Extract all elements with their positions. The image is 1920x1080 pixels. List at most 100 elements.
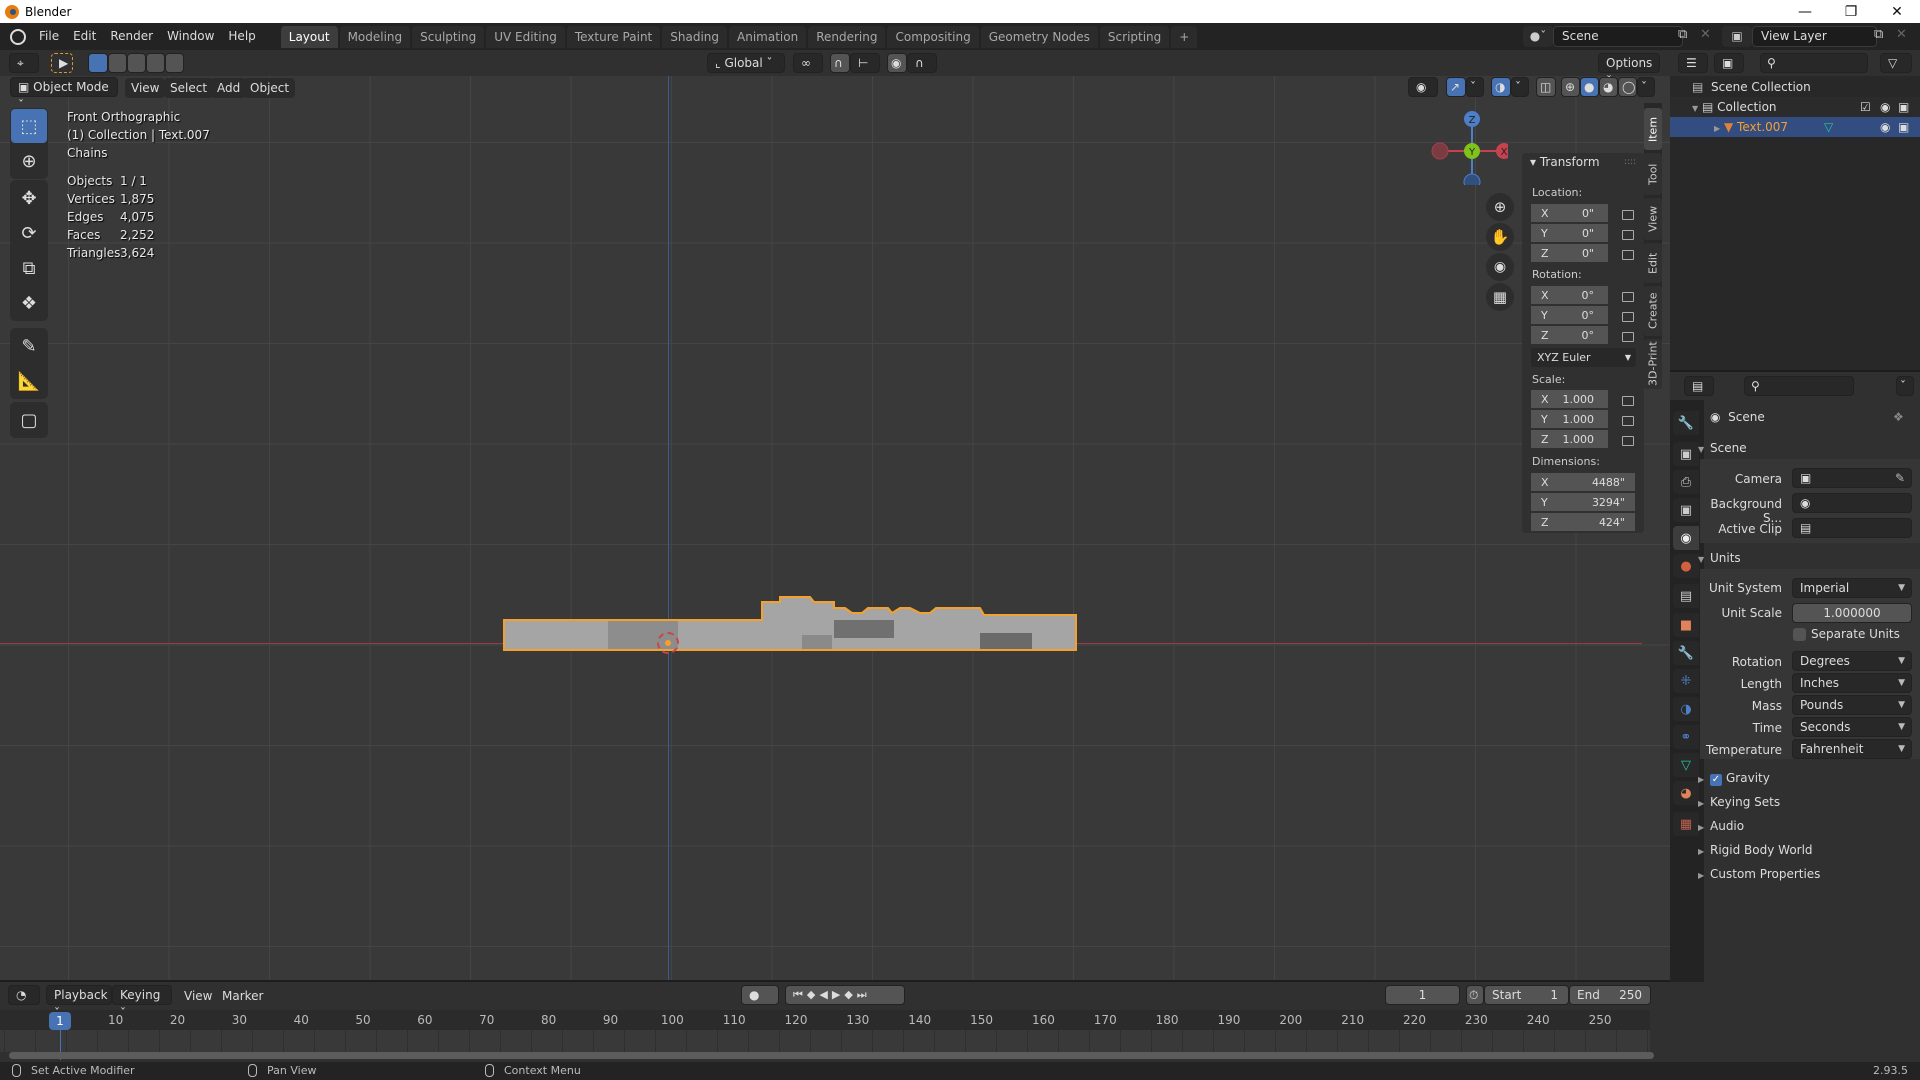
prev-keyframe-icon[interactable]: ◆ [807,988,819,1001]
background-scene-field[interactable]: ◉ [1792,493,1912,513]
wireframe-shading-icon[interactable]: ⊕ [1561,77,1580,97]
rotate-tool-icon[interactable]: ⟳ [11,216,47,250]
menu-object[interactable]: Object [244,78,296,98]
transform-tool-icon[interactable]: ❖ [11,286,47,320]
gizmo-dropdown-icon[interactable]: ˇ [1466,77,1484,97]
sidebar-tab-tool[interactable]: Tool [1644,153,1662,195]
scene-selector-icon[interactable]: ●ˇ [1523,26,1553,47]
modifier-properties-icon[interactable]: 🔧 [1673,641,1699,665]
solid-shading-icon[interactable]: ● [1580,77,1599,97]
audio-section-header[interactable]: ▶ Audio [1698,815,1744,837]
select-tool-icon[interactable]: ▶ [51,53,73,73]
options-dropdown[interactable]: Options ˇ [1598,53,1660,88]
tab-uv-editing[interactable]: UV Editing [486,25,565,48]
outliner-search-input[interactable]: ⚲ [1760,53,1868,73]
add-cube-tool-icon[interactable]: ▢ [11,403,47,437]
sidebar-tab-item[interactable]: Item [1644,108,1662,150]
rotation-x-field[interactable]: X 0° [1531,286,1608,305]
pin-icon[interactable]: ❖ [1893,410,1904,424]
tab-scripting[interactable]: Scripting [1099,25,1170,48]
select-mode-subtract-icon[interactable] [127,53,146,73]
menu-edit[interactable]: Edit [66,23,103,50]
move-tool-icon[interactable]: ✥ [11,181,47,215]
timeline-ruler[interactable]: 10 20 30 40 50 60 70 80 90 100 110 120 130 140 150 160 1… [0,1010,1650,1030]
camera-view-icon[interactable]: ◉ [1486,253,1514,281]
rendered-shading-icon[interactable]: ◯ [1618,77,1637,97]
location-x-field[interactable]: X 0" [1531,204,1608,223]
overlays-dropdown-icon[interactable]: ˇ [1511,77,1529,97]
delete-view-layer-icon[interactable]: ✕ [1896,27,1907,42]
expand-triangle-icon[interactable]: ▼ [1692,104,1698,113]
render-properties-icon[interactable]: ▣ [1673,442,1699,466]
end-frame-field[interactable]: End 250 [1569,985,1651,1005]
unit-scale-field[interactable]: 1.000000 [1792,603,1912,623]
playhead-frame-indicator[interactable]: 1 [49,1012,71,1030]
lock-icon[interactable] [1622,292,1634,302]
gizmo-toggle-icon[interactable]: ↗ [1446,77,1466,97]
camera-field[interactable]: ▣ ✎ [1792,468,1912,488]
auto-keying-record-icon[interactable]: ● [741,985,779,1005]
xray-toggle-icon[interactable]: ◫ [1536,77,1556,97]
lock-icon[interactable] [1622,416,1634,426]
navigation-gizmo[interactable]: Z X Y [1428,105,1508,185]
menu-render[interactable]: Render [103,23,160,50]
pan-view-hand-icon[interactable]: ✋ [1486,223,1514,251]
snap-toggle-icon[interactable]: ∩ [830,53,850,73]
select-mode-new-icon[interactable] [88,53,108,73]
lock-icon[interactable] [1622,210,1634,220]
filter-view-layer-icon[interactable]: ▣ [1714,53,1744,73]
toggle-ortho-grid-icon[interactable]: ▦ [1486,283,1514,311]
texture-properties-icon[interactable]: ▦ [1673,812,1699,836]
timeline-view-menu[interactable]: View [178,986,218,1006]
lock-icon[interactable] [1622,230,1634,240]
output-properties-icon[interactable]: ⎙ [1673,470,1699,494]
panel-grip-icon[interactable]: :::: [1624,157,1636,167]
minimize-button[interactable]: — [1782,0,1828,23]
dimensions-z-field[interactable]: Z 424" [1531,513,1635,532]
units-section-header[interactable]: ▼ Units [1698,547,1741,569]
unit-system-dropdown[interactable]: Imperial ▼ [1792,578,1912,598]
tool-properties-icon[interactable]: 🔧 [1673,411,1699,435]
sidebar-tab-create[interactable]: Create [1644,286,1662,336]
tab-animation[interactable]: Animation [729,25,807,48]
keying-menu[interactable]: Keying ˇ [112,985,172,1020]
new-scene-icon[interactable]: ⧉ [1678,27,1687,42]
eyedropper-icon[interactable]: ✎ [1895,469,1905,487]
selected-object-text007[interactable] [500,545,1080,655]
filter-icon[interactable]: ▽ [1880,53,1912,73]
constraints-properties-icon[interactable]: ⚭ [1673,725,1699,749]
3d-viewport[interactable]: ⌖ ▶ ⌞ Global ˇ ∞ ∩ ⊢ ◉ ∩ Options ˇ ▣ Obj… [0,50,1670,980]
dimensions-y-field[interactable]: Y 3294" [1531,493,1635,512]
rotation-units-dropdown[interactable]: Degrees ▼ [1792,651,1912,671]
annotate-tool-icon[interactable]: ✎ [11,329,47,363]
select-mode-extend-icon[interactable] [108,53,127,73]
eye-icon[interactable]: ◉ [1880,97,1890,117]
blender-menu-icon[interactable] [10,28,26,45]
stopwatch-icon[interactable]: ⏱ [1466,985,1484,1005]
scale-tool-icon[interactable]: ⧉ [11,251,47,285]
shading-dropdown-icon[interactable]: ˇ [1637,77,1655,97]
properties-editor-type-icon[interactable]: ▤ [1684,376,1714,396]
camera-render-icon[interactable]: ▣ [1898,117,1909,137]
proportional-falloff-icon[interactable]: ∩ [907,53,937,73]
lock-icon[interactable] [1622,396,1634,406]
add-workspace-button[interactable]: + [1171,25,1198,48]
properties-search-input[interactable]: ⚲ [1744,376,1854,396]
rotation-mode-dropdown[interactable]: XYZ Euler ▼ [1531,348,1636,367]
restore-button[interactable]: ❐ [1828,0,1874,23]
lock-icon[interactable] [1622,312,1634,322]
view-layer-properties-icon[interactable]: ▣ [1673,498,1699,522]
play-icon[interactable]: ▶ [832,988,844,1001]
tab-layout[interactable]: Layout [280,25,338,48]
scene-section-header[interactable]: ▼ Scene [1698,437,1747,459]
world-properties-icon[interactable]: ● [1673,554,1699,578]
play-reverse-icon[interactable]: ◀ [819,988,831,1001]
mesh-data-properties-icon[interactable]: ▽ [1673,753,1699,777]
view-layer-icon[interactable]: ▣ [1722,26,1752,47]
jump-end-icon[interactable]: ⏭ [857,988,871,1001]
visibility-selectability-icon[interactable]: ◉ [1408,77,1438,97]
menu-add[interactable]: Add [211,78,247,98]
new-view-layer-icon[interactable]: ⧉ [1874,27,1883,42]
material-shading-icon[interactable]: ◕ [1599,77,1618,97]
next-keyframe-icon[interactable]: ◆ [844,988,856,1001]
